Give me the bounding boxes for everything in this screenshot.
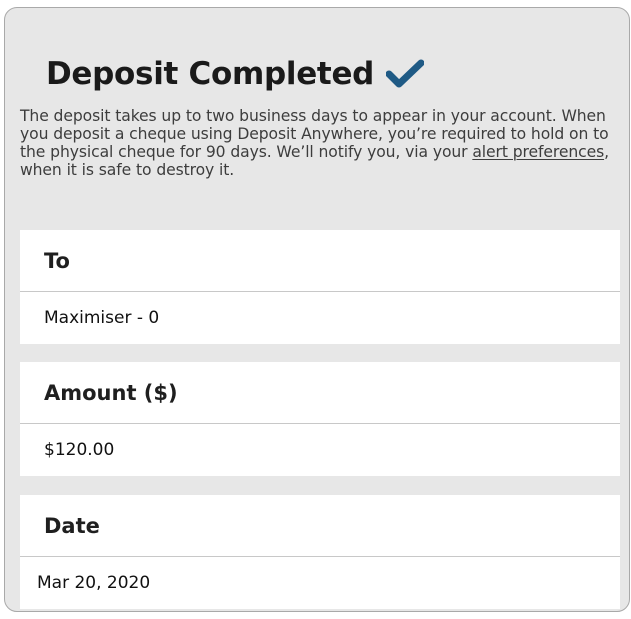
checkmark-icon <box>385 59 425 89</box>
title-row: Deposit Completed <box>46 56 425 92</box>
deposit-description: The deposit takes up to two business day… <box>20 107 625 179</box>
amount-section: Amount ($) $120.00 <box>20 362 620 476</box>
to-value: Maximiser - 0 <box>20 292 620 344</box>
amount-label: Amount ($) <box>20 362 620 424</box>
amount-value: $120.00 <box>20 424 620 476</box>
to-label: To <box>20 230 620 292</box>
alert-preferences-link[interactable]: alert preferences <box>472 143 604 161</box>
deposit-confirmation-card: Deposit Completed The deposit takes up t… <box>4 7 630 612</box>
date-label: Date <box>20 495 620 557</box>
date-value: Mar 20, 2020 <box>20 557 620 609</box>
date-section: Date Mar 20, 2020 <box>20 495 620 609</box>
to-section: To Maximiser - 0 <box>20 230 620 344</box>
page-title: Deposit Completed <box>46 56 375 92</box>
